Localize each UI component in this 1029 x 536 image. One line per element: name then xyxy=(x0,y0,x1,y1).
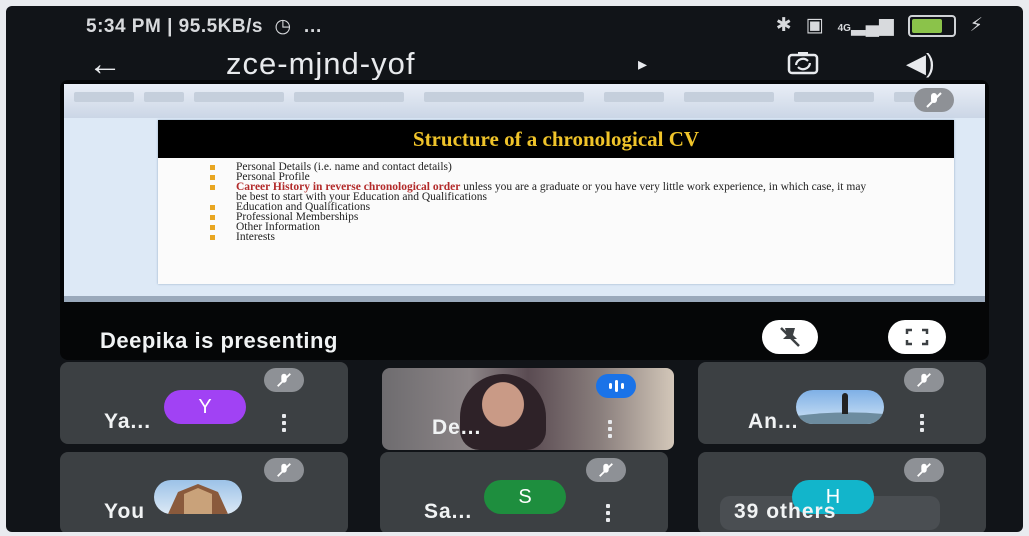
status-time-speed: 5:34 PM | 95.5KB/s ◷ … xyxy=(86,16,323,37)
avatar xyxy=(796,390,884,424)
participant-tile[interactable]: Y Ya... xyxy=(60,362,348,444)
bullet-item: Personal Details (i.e. name and contact … xyxy=(210,161,876,173)
alarm-icon: ◷ xyxy=(268,16,298,37)
nfc-icon: ▣ xyxy=(805,15,824,36)
participant-tile-video[interactable]: De... xyxy=(382,368,674,450)
participant-name: An... xyxy=(748,410,799,433)
switch-camera-icon[interactable] xyxy=(786,50,820,76)
speaking-indicator-icon xyxy=(596,374,636,398)
avatar: Y xyxy=(164,390,246,424)
presentation-tile[interactable]: Structure of a chronological CV Personal… xyxy=(60,80,989,360)
meeting-code[interactable]: zce-mjnd-yof xyxy=(226,46,415,82)
more-vert-icon[interactable] xyxy=(282,414,288,435)
charging-icon: ⚡ xyxy=(969,15,983,36)
others-count-label: 39 others xyxy=(734,500,837,523)
participant-name: De... xyxy=(432,416,482,439)
bullet-item: Career History in reverse chronological … xyxy=(210,181,876,203)
status-bar: 5:34 PM | 95.5KB/s ◷ … ✱ ▣ 4G▂▄▆ ⚡ xyxy=(6,6,1023,42)
more-vert-icon[interactable] xyxy=(608,420,614,441)
mic-off-icon xyxy=(586,458,626,482)
more-vert-icon[interactable] xyxy=(606,504,612,525)
meeting-details-caret-icon[interactable]: ▸ xyxy=(638,54,647,75)
mic-off-icon xyxy=(264,368,304,392)
presenting-label: Deepika is presenting xyxy=(100,328,338,353)
participant-name: Sa... xyxy=(424,500,473,523)
shared-screen: Structure of a chronological CV Personal… xyxy=(64,84,985,302)
bluetooth-icon: ✱ xyxy=(775,15,792,36)
mic-off-icon xyxy=(904,458,944,482)
mic-off-icon xyxy=(904,368,944,392)
unpin-button[interactable] xyxy=(762,320,818,354)
pin-off-icon xyxy=(780,327,800,347)
fullscreen-button[interactable] xyxy=(888,320,946,354)
participant-name: You xyxy=(104,500,146,523)
participant-tile[interactable]: An... xyxy=(698,362,986,444)
bullet-item: Interests xyxy=(210,231,876,243)
mic-off-icon xyxy=(914,88,954,112)
fullscreen-icon xyxy=(905,328,929,346)
signal-icon: 4G▂▄▆ xyxy=(837,15,894,36)
slide: Structure of a chronological CV Personal… xyxy=(158,120,954,284)
ppt-ribbon xyxy=(64,84,985,119)
avatar xyxy=(154,480,242,514)
status-icons: ✱ ▣ 4G▂▄▆ ⚡ xyxy=(776,14,983,37)
back-arrow-icon[interactable]: ← xyxy=(88,46,122,82)
slide-bullets: Personal Details (i.e. name and contact … xyxy=(210,161,876,243)
participant-tile[interactable]: S Sa... xyxy=(380,452,668,532)
others-tile[interactable]: H 39 others xyxy=(698,452,986,532)
more-vert-icon[interactable] xyxy=(920,414,926,435)
slide-area: Structure of a chronological CV Personal… xyxy=(64,118,985,296)
bullet-item: Other Information xyxy=(210,221,876,233)
speaker-icon[interactable]: ◀) xyxy=(906,48,935,79)
mic-off-icon xyxy=(264,458,304,482)
avatar: S xyxy=(484,480,566,514)
meet-screen: 5:34 PM | 95.5KB/s ◷ … ✱ ▣ 4G▂▄▆ ⚡ ← zce… xyxy=(6,6,1023,532)
battery-icon xyxy=(907,14,956,37)
ppt-status-bar xyxy=(64,296,985,302)
slide-title: Structure of a chronological CV xyxy=(158,120,954,158)
participant-name: Ya... xyxy=(104,410,152,433)
participant-tile[interactable]: You xyxy=(60,452,348,532)
